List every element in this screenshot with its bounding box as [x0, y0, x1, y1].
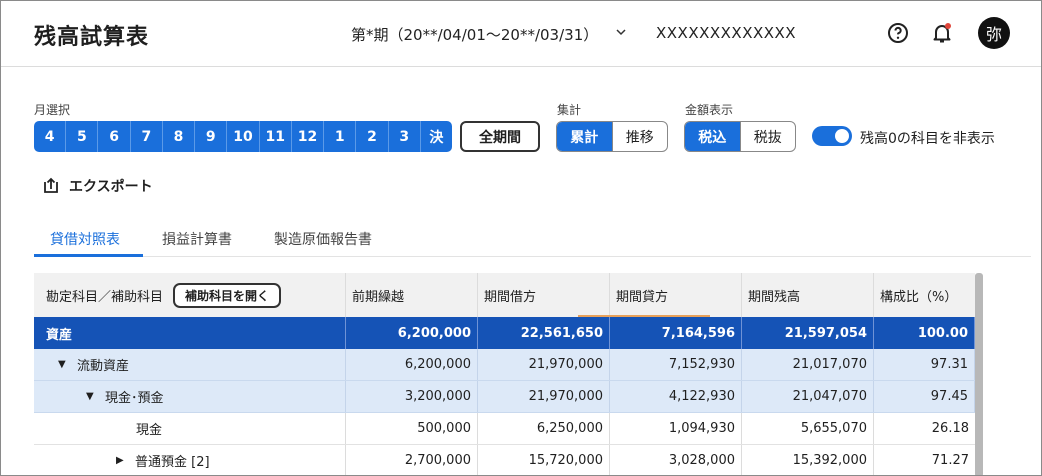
table-cell: 5,655,070: [742, 413, 874, 444]
table-header: 勘定科目／補助科目 補助科目を開く 前期繰越 期間借方 期間貸方 期間残高 構成…: [34, 273, 975, 317]
cumulative-option[interactable]: 累計: [557, 122, 612, 151]
month-button[interactable]: 9: [195, 121, 228, 152]
table-row[interactable]: 現金 500,000 6,250,000 1,094,930 5,655,070…: [34, 413, 975, 445]
vertical-scrollbar[interactable]: [975, 273, 983, 475]
row-label: 普通預金 [2]: [135, 455, 210, 470]
amount-display-label: 金額表示: [685, 103, 734, 117]
month-button[interactable]: 7: [131, 121, 163, 152]
month-button[interactable]: 6: [98, 121, 131, 152]
aggregate-label: 集計: [557, 103, 582, 117]
table-cell: 21,970,000: [478, 349, 610, 380]
account-column-header: 勘定科目／補助科目 補助科目を開く: [34, 273, 346, 317]
month-button[interactable]: 10: [227, 121, 260, 152]
account-name: 資産: [34, 317, 346, 349]
table-cell: 6,200,000: [346, 317, 478, 349]
month-button[interactable]: 4: [34, 121, 67, 152]
account-name: ▼ 流動資産: [34, 349, 346, 380]
table-cell: 6,200,000: [346, 349, 478, 380]
active-tab-indicator: [34, 254, 143, 257]
trial-balance-table: 勘定科目／補助科目 補助科目を開く 前期繰越 期間借方 期間貸方 期間残高 構成…: [34, 273, 975, 475]
tax-excluded-option[interactable]: 税抜: [739, 122, 796, 151]
table-cell: 1,094,930: [610, 413, 742, 444]
table-cell: 3,028,000: [610, 445, 742, 475]
table-cell: 100.00: [874, 317, 975, 349]
account-header-label: 勘定科目／補助科目: [46, 289, 164, 305]
table-cell: 97.31: [874, 349, 975, 380]
table-cell: 6,250,000: [478, 413, 610, 444]
table-cell: 15,392,000: [742, 445, 874, 475]
tab-manufacturing-cost[interactable]: 製造原価報告書: [274, 229, 372, 249]
month-button[interactable]: 8: [163, 121, 196, 152]
tax-included-option[interactable]: 税込: [685, 122, 740, 151]
top-bar: 残高試算表 第*期（20**/04/01〜20**/03/31） XXXXXXX…: [1, 1, 1041, 67]
table-row[interactable]: ▼ 現金･預金 3,200,000 21,970,000 4,122,930 2…: [34, 381, 975, 413]
month-button[interactable]: 1: [324, 121, 357, 152]
all-period-button[interactable]: 全期間: [460, 121, 540, 152]
column-header[interactable]: 期間貸方: [610, 273, 742, 317]
hide-zero-label: 残高0の科目を非表示: [860, 131, 995, 147]
row-label: 流動資産: [77, 359, 130, 374]
company-name[interactable]: XXXXXXXXXXXXX: [656, 24, 796, 42]
collapse-triangle-icon[interactable]: ▼: [86, 391, 96, 402]
month-button[interactable]: 5: [66, 121, 99, 152]
table-row[interactable]: 資産 6,200,000 22,561,650 7,164,596 21,597…: [34, 317, 975, 349]
column-header[interactable]: 前期繰越: [346, 273, 478, 317]
expand-triangle-icon[interactable]: ▶: [116, 455, 126, 466]
report-tabs: 貸借対照表 損益計算書 製造原価報告書: [34, 223, 1031, 257]
row-label: 現金･預金: [105, 391, 164, 406]
column-header[interactable]: 構成比（%）: [874, 273, 975, 317]
user-avatar[interactable]: 弥: [978, 17, 1010, 49]
tax-display-toggle: 税込 税抜: [684, 121, 796, 152]
table-row[interactable]: ▼ 流動資産 6,200,000 21,970,000 7,152,930 21…: [34, 349, 975, 381]
month-button-settlement[interactable]: 決: [421, 121, 452, 152]
help-circle-icon[interactable]: [886, 21, 910, 45]
export-button[interactable]: エクスポート: [41, 176, 153, 196]
table-row[interactable]: ▶ 普通預金 [2] 2,700,000 15,720,000 3,028,00…: [34, 445, 975, 475]
switch-knob: [835, 129, 849, 143]
row-label: 資産: [46, 327, 73, 343]
table-cell: 3,200,000: [346, 381, 478, 412]
table-cell: 21,597,054: [742, 317, 874, 349]
table-cell: 2,700,000: [346, 445, 478, 475]
hide-zero-switch[interactable]: [812, 126, 852, 146]
table-cell: 21,017,070: [742, 349, 874, 380]
account-name: 現金: [34, 413, 346, 444]
month-select-label: 月選択: [34, 103, 71, 117]
table-cell: 22,561,650: [478, 317, 610, 349]
page-title: 残高試算表: [34, 25, 150, 50]
aggregate-toggle: 累計 推移: [556, 121, 668, 152]
table-cell: 97.45: [874, 381, 975, 412]
month-button[interactable]: 12: [292, 121, 325, 152]
row-label: 現金: [136, 423, 163, 438]
open-sub-accounts-button[interactable]: 補助科目を開く: [173, 282, 282, 308]
table-cell: 7,152,930: [610, 349, 742, 380]
table-cell: 21,970,000: [478, 381, 610, 412]
collapse-triangle-icon[interactable]: ▼: [58, 359, 68, 370]
app-window: 残高試算表 第*期（20**/04/01〜20**/03/31） XXXXXXX…: [0, 0, 1042, 476]
column-header[interactable]: 期間借方: [478, 273, 610, 317]
table-cell: 71.27: [931, 453, 969, 468]
table-cell: 26.18: [931, 421, 969, 436]
table-cell: 500,000: [346, 413, 478, 444]
trend-option[interactable]: 推移: [611, 122, 668, 151]
month-button[interactable]: 11: [260, 121, 292, 152]
period-selector[interactable]: 第*期（20**/04/01〜20**/03/31）: [351, 24, 598, 45]
table-cell: 15,720,000: [478, 445, 610, 475]
month-button[interactable]: 3: [389, 121, 421, 152]
export-icon: [44, 177, 58, 193]
month-selector: 4 5 6 7 8 9 10 11 12 1 2 3 決: [34, 121, 452, 152]
sort-indicator: [578, 315, 710, 317]
chevron-down-icon[interactable]: [616, 27, 626, 37]
table-cell: 7,164,596: [610, 317, 742, 349]
tab-balance-sheet[interactable]: 貸借対照表: [50, 229, 120, 249]
export-label: エクスポート: [69, 179, 153, 195]
account-name: ▶ 普通預金 [2]: [34, 445, 346, 475]
table-cell: 4,122,930: [610, 381, 742, 412]
column-header[interactable]: 期間残高: [742, 273, 874, 317]
account-name: ▼ 現金･預金: [34, 381, 346, 412]
tab-profit-loss[interactable]: 損益計算書: [162, 229, 232, 249]
table-cell: 21,047,070: [742, 381, 874, 412]
bell-icon[interactable]: [930, 21, 954, 45]
month-button[interactable]: 2: [356, 121, 389, 152]
